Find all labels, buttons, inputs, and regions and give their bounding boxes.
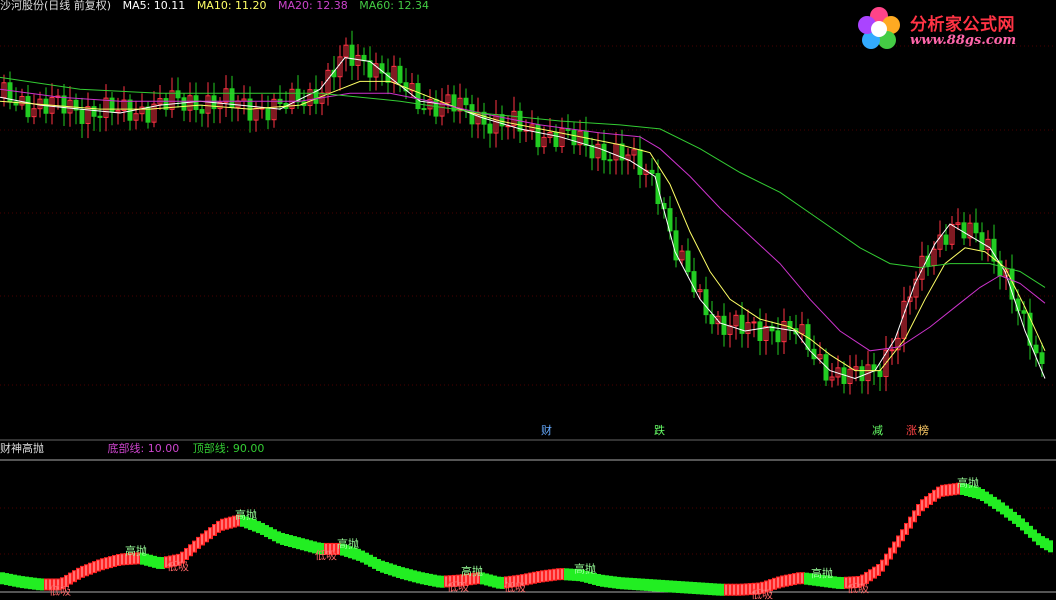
sell-high-label: 高抛 [811, 566, 833, 580]
candlesticks [1, 30, 1045, 395]
candle-down [421, 108, 427, 111]
candle-down [775, 330, 781, 343]
candle-down [463, 97, 469, 106]
event-marker-jian[interactable]: 减 [872, 425, 883, 437]
candle-down [127, 99, 133, 121]
buy-low-label: 低吸 [447, 581, 469, 594]
candle-down [709, 314, 715, 325]
buy-low-label: 低吸 [504, 581, 526, 594]
event-marker-zhang[interactable]: 涨 [906, 425, 917, 437]
sell-high-label: 高抛 [235, 507, 257, 521]
candle-up [889, 349, 895, 352]
buy-low-label: 低吸 [847, 582, 869, 595]
candle-down [487, 123, 493, 134]
event-marker-cai[interactable]: 财 [541, 425, 552, 437]
signal-bars [0, 482, 1053, 596]
candle-down [397, 65, 403, 84]
candle-down [943, 234, 949, 245]
candle-down [637, 149, 643, 175]
candle-down [193, 95, 199, 111]
candle-down [721, 315, 727, 335]
ma10-label: MA10: 11.20 [196, 0, 267, 12]
ma20-label: MA20: 12.38 [278, 0, 348, 12]
candle-down [181, 97, 187, 111]
candle-down [199, 109, 205, 114]
bottom-line-label: 底部线: 10.00 [107, 442, 180, 455]
candle-down [979, 232, 985, 251]
event-marker-die[interactable]: 跌 [654, 425, 665, 437]
grid-lines [0, 45, 1056, 593]
candle-down [1039, 352, 1045, 364]
candle-down [25, 96, 31, 118]
candle-up [751, 321, 757, 324]
candle-down [265, 107, 271, 121]
logo-name: 分析家公式网 [910, 15, 1015, 35]
flower-icon [858, 7, 900, 49]
candle-down [175, 90, 181, 99]
stock-name: 沙河股份(日线 前复权) [0, 0, 112, 12]
candle-down [1021, 310, 1027, 314]
indicator-title: 财神高抛 [0, 442, 44, 455]
buy-low-label: 低吸 [751, 588, 773, 600]
sell-high-label: 高抛 [125, 543, 147, 557]
sell-high-label: 高抛 [461, 564, 483, 578]
candle-down [607, 159, 613, 162]
candle-down [685, 250, 691, 273]
buy-low-label: 低吸 [167, 560, 189, 573]
sell-high-label: 高抛 [574, 562, 596, 576]
sell-high-label: 高抛 [337, 537, 359, 551]
logo-url: www.88gs.com [910, 33, 1017, 48]
ma60-label: MA60: 12.34 [359, 0, 429, 12]
signal-bar-falling [1048, 540, 1053, 553]
price-header: 沙河股份(日线 前复权) MA5: 10.11 MA10: 11.20 MA20… [0, 0, 437, 12]
buy-low-label: 低吸 [315, 549, 337, 562]
candle-down [571, 129, 577, 146]
candle-down [415, 83, 421, 110]
moving-average-lines [0, 57, 1046, 380]
event-marker-bang[interactable]: 榜 [918, 425, 929, 437]
candle-down [553, 132, 559, 148]
sell-high-label: 高抛 [957, 476, 979, 490]
candle-down [349, 44, 355, 66]
stock-chart[interactable]: 低吸高抛低吸高抛低吸高抛低吸高抛低吸高抛低吸高抛低吸高抛 [0, 0, 1056, 600]
candle-down [601, 143, 607, 161]
indicator-header: 财神高抛 底部线: 10.00 顶部线: 90.00 [0, 443, 274, 455]
candle-down [859, 366, 865, 382]
candle-down [1033, 344, 1039, 354]
candle-down [877, 370, 883, 378]
candle-down [61, 95, 67, 114]
candle-down [973, 222, 979, 234]
ma5-line [0, 57, 1046, 380]
candle-down [757, 321, 763, 342]
candle-down [97, 115, 103, 118]
candle-down [703, 289, 709, 316]
site-logo: 分析家公式网 www.88gs.com [850, 2, 1054, 54]
buy-low-label: 低吸 [49, 584, 71, 597]
candle-down [961, 222, 967, 239]
candle-down [79, 109, 85, 124]
ma5-label: MA5: 10.11 [122, 0, 186, 12]
top-line-label: 顶部线: 90.00 [192, 442, 265, 455]
